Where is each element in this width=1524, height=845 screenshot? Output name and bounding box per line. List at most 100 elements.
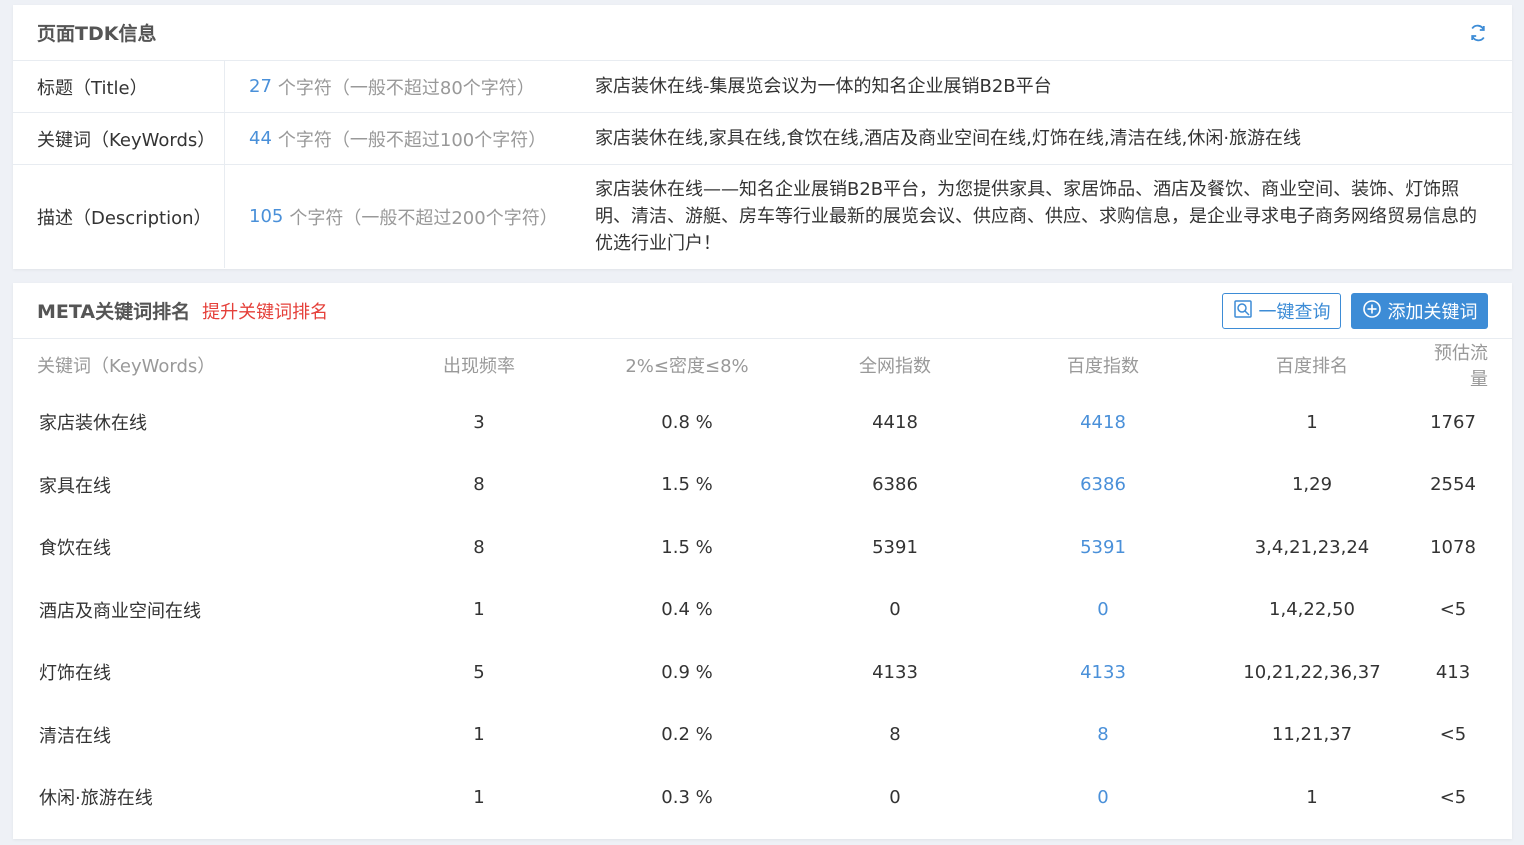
traffic-value: <5 xyxy=(1439,724,1467,746)
add-label: 添加关键词 xyxy=(1387,302,1478,323)
baidu-index-cell: 5391 xyxy=(999,537,1207,558)
col-baidu-index: 百度指数 xyxy=(1067,356,1139,377)
meta-header: META关键词排名 提升关键词排名 一键查询 添加关键词 xyxy=(13,283,1512,339)
density-cell: 0.9 % xyxy=(661,661,713,683)
char-count-hint: 个字符（一般不超过200个字符） xyxy=(289,207,558,229)
traffic-value: 2554 xyxy=(1430,474,1476,496)
col-all-index: 全网指数 xyxy=(859,356,931,377)
frequency-cell: 8 xyxy=(473,536,485,558)
frequency-cell: 5 xyxy=(473,661,485,683)
all-index-cell: 5391 xyxy=(872,536,918,558)
baidu-index-cell: 4133 xyxy=(999,662,1207,683)
all-index-cell: 4133 xyxy=(872,661,918,683)
traffic-cell: <5 xyxy=(1417,599,1488,620)
meta-title: META关键词排名 xyxy=(37,301,191,323)
tdk-row-title: 标题（Title） 27 个字符（一般不超过80个字符） 家店装休在线-集展览会… xyxy=(13,61,1512,113)
table-row: 家店装休在线 3 0.8 % 4418 4418 1 1767 xyxy=(37,391,1488,454)
tdk-count: 44 个字符（一般不超过100个字符） xyxy=(225,113,595,164)
baidu-rank-cell: 1,29 xyxy=(1291,474,1333,496)
all-index-cell: 4418 xyxy=(872,411,918,433)
tdk-content: 家店装休在线-集展览会议为一体的知名企业展销B2B平台 xyxy=(595,76,1052,97)
traffic-value: 413 xyxy=(1435,661,1471,683)
baidu-index-cell: 8 xyxy=(999,724,1207,745)
tdk-content: 家店装休在线——知名企业展销B2B平台，为您提供家具、家居饰品、酒店及餐饮、商业… xyxy=(595,179,1477,254)
density-cell: 0.8 % xyxy=(661,411,713,433)
keyword-cell: 休闲·旅游在线 xyxy=(39,788,153,810)
traffic-cell: 1078 xyxy=(1417,537,1488,558)
tdk-label: 关键词（KeyWords） xyxy=(13,113,225,164)
table-row: 酒店及商业空间在线 1 0.4 % 0 0 1,4,22,50 <5 xyxy=(37,579,1488,642)
refresh-icon[interactable] xyxy=(1468,23,1488,43)
traffic-cell: 413 xyxy=(1417,662,1488,683)
baidu-rank-cell: 1 xyxy=(1306,411,1318,433)
tdk-header: 页面TDK信息 xyxy=(13,5,1512,61)
frequency-cell: 1 xyxy=(473,724,485,746)
all-index-cell: 6386 xyxy=(872,474,918,496)
baidu-rank-cell: 1 xyxy=(1306,786,1318,808)
keyword-cell: 家具在线 xyxy=(39,475,111,497)
keyword-cell: 食饮在线 xyxy=(39,538,111,560)
tdk-row-description: 描述（Description） 105 个字符（一般不超过200个字符） 家店装… xyxy=(13,165,1512,268)
baidu-index-cell: 4418 xyxy=(999,412,1207,433)
baidu-index-cell: 0 xyxy=(999,599,1207,620)
density-cell: 1.5 % xyxy=(661,474,713,496)
all-index-cell: 0 xyxy=(889,599,901,621)
density-cell: 0.4 % xyxy=(661,599,713,621)
tdk-title: 页面TDK信息 xyxy=(37,23,157,45)
density-cell: 1.5 % xyxy=(661,536,713,558)
tdk-count: 27 个字符（一般不超过80个字符） xyxy=(225,61,595,112)
tdk-content: 家店装休在线,家具在线,食饮在线,酒店及商业空间在线,灯饰在线,清洁在线,休闲·… xyxy=(595,128,1302,149)
baidu-index-link[interactable]: 0 xyxy=(1097,599,1108,620)
char-count: 44 xyxy=(249,128,272,149)
add-keyword-button[interactable]: 添加关键词 xyxy=(1351,293,1488,329)
table-body: 家店装休在线 3 0.8 % 4418 4418 1 1767 家具在线 8 1… xyxy=(37,391,1488,829)
tdk-count: 105 个字符（一般不超过200个字符） xyxy=(225,165,595,268)
frequency-cell: 3 xyxy=(473,411,485,433)
tdk-label: 标题（Title） xyxy=(13,61,225,112)
baidu-rank-cell: 11,21,37 xyxy=(1271,724,1353,746)
baidu-rank-cell: 1,4,22,50 xyxy=(1269,599,1355,621)
baidu-rank-cell: 3,4,21,23,24 xyxy=(1254,536,1370,558)
col-baidu-rank: 百度排名 xyxy=(1276,356,1348,377)
table-header: 关键词（KeyWords） 出现频率 2%≤密度≤8% 全网指数 百度指数 百度… xyxy=(37,339,1488,391)
keyword-cell: 酒店及商业空间在线 xyxy=(39,600,201,622)
baidu-index-link[interactable]: 6386 xyxy=(1080,474,1126,495)
table-row: 家具在线 8 1.5 % 6386 6386 1,29 2554 xyxy=(37,454,1488,517)
baidu-index-link[interactable]: 4133 xyxy=(1080,662,1126,683)
traffic-cell: <5 xyxy=(1417,724,1488,745)
traffic-cell: 1767 xyxy=(1417,412,1488,433)
traffic-value: <5 xyxy=(1439,786,1467,808)
baidu-index-link[interactable]: 5391 xyxy=(1080,537,1126,558)
density-cell: 0.2 % xyxy=(661,724,713,746)
baidu-index-cell: 6386 xyxy=(999,474,1207,495)
density-cell: 0.3 % xyxy=(661,786,713,808)
frequency-cell: 1 xyxy=(473,786,485,808)
char-count-hint: 个字符（一般不超过100个字符） xyxy=(277,129,547,151)
baidu-index-cell: 0 xyxy=(999,787,1207,808)
keyword-table: 关键词（KeyWords） 出现频率 2%≤密度≤8% 全网指数 百度指数 百度… xyxy=(13,339,1512,829)
baidu-rank-cell: 10,21,22,36,37 xyxy=(1243,661,1381,683)
frequency-cell: 8 xyxy=(473,474,485,496)
col-density: 2%≤密度≤8% xyxy=(625,356,749,377)
plus-circle-icon xyxy=(1362,299,1382,324)
all-index-cell: 0 xyxy=(889,786,901,808)
meta-keyword-panel: META关键词排名 提升关键词排名 一键查询 添加关键词 关键词（KeyWord… xyxy=(13,283,1512,839)
char-count: 27 xyxy=(249,76,272,97)
baidu-index-link[interactable]: 8 xyxy=(1097,724,1108,745)
query-label: 一键查询 xyxy=(1258,302,1331,323)
promote-ranking-link[interactable]: 提升关键词排名 xyxy=(202,298,328,324)
table-row: 休闲·旅游在线 1 0.3 % 0 0 1 <5 xyxy=(37,766,1488,829)
traffic-cell: 2554 xyxy=(1417,474,1488,495)
one-click-query-button[interactable]: 一键查询 xyxy=(1222,293,1341,329)
traffic-cell: <5 xyxy=(1417,787,1488,808)
tdk-panel: 页面TDK信息 标题（Title） 27 个字符（一般不超过80个字符） 家店装… xyxy=(13,5,1512,269)
keyword-cell: 清洁在线 xyxy=(39,725,111,747)
baidu-index-link[interactable]: 0 xyxy=(1097,787,1108,808)
baidu-index-link[interactable]: 4418 xyxy=(1080,412,1126,433)
tdk-label: 描述（Description） xyxy=(13,165,225,268)
keyword-cell: 家店装休在线 xyxy=(39,413,147,435)
traffic-value: 1078 xyxy=(1430,536,1476,558)
col-keyword: 关键词（KeyWords） xyxy=(37,356,216,377)
tdk-row-keywords: 关键词（KeyWords） 44 个字符（一般不超过100个字符） 家店装休在线… xyxy=(13,113,1512,165)
col-frequency: 出现频率 xyxy=(443,356,515,377)
